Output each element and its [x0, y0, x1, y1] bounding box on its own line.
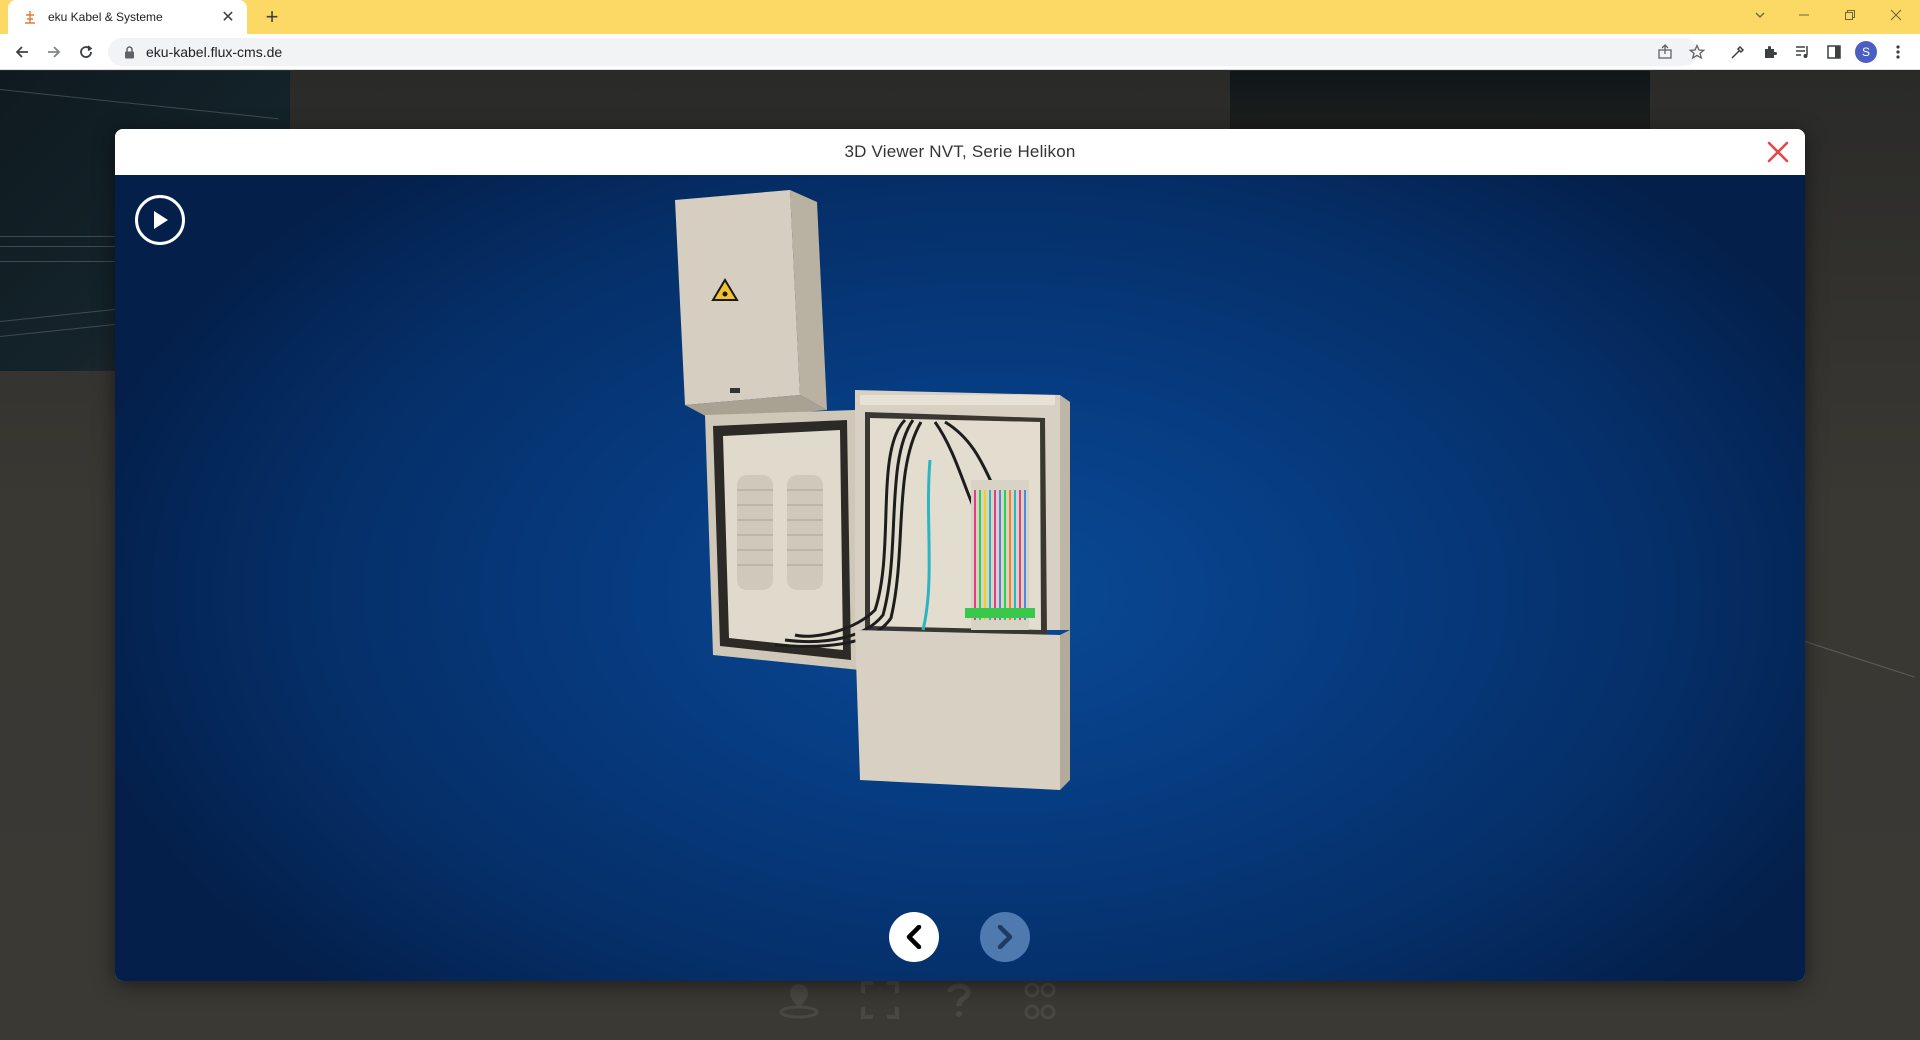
share-icon[interactable]: [1653, 40, 1677, 64]
location-pin-icon[interactable]: [777, 978, 821, 1022]
side-panel-icon[interactable]: [1822, 40, 1846, 64]
help-icon[interactable]: [937, 978, 981, 1022]
people-icon[interactable]: [1018, 978, 1062, 1022]
browser-toolbar: eku-kabel.flux-cms.de: [0, 34, 1920, 70]
url-text: eku-kabel.flux-cms.de: [146, 44, 283, 60]
play-icon[interactable]: [135, 195, 185, 245]
reload-button[interactable]: [72, 38, 100, 66]
bookmark-star-icon[interactable]: [1685, 40, 1709, 64]
lock-icon: [122, 45, 136, 59]
extensions-puzzle-icon[interactable]: [1758, 40, 1782, 64]
previous-button[interactable]: [889, 912, 939, 962]
new-tab-button[interactable]: +: [258, 4, 286, 30]
fullscreen-icon[interactable]: [858, 978, 902, 1022]
address-bar[interactable]: eku-kabel.flux-cms.de: [108, 38, 1698, 66]
tab-search-icon[interactable]: [1740, 0, 1780, 30]
eyedropper-extension-icon[interactable]: [1726, 40, 1750, 64]
modal-header: 3D Viewer NVT, Serie Helikon: [115, 129, 1805, 175]
cabinet-3d-model[interactable]: [675, 190, 1095, 790]
minimize-button[interactable]: [1784, 0, 1824, 30]
browser-tab[interactable]: eku Kabel & Systeme ✕: [8, 0, 247, 34]
next-button[interactable]: [980, 912, 1030, 962]
3d-viewer-canvas[interactable]: [115, 175, 1805, 981]
back-button[interactable]: [8, 38, 36, 66]
restore-button[interactable]: [1830, 0, 1870, 30]
modal-title: 3D Viewer NVT, Serie Helikon: [844, 142, 1076, 161]
tab-title: eku Kabel & Systeme: [48, 10, 163, 24]
chevron-right-icon: [997, 925, 1013, 949]
close-icon[interactable]: [1765, 139, 1791, 165]
tab-close-icon[interactable]: ✕: [219, 8, 237, 26]
forward-button[interactable]: [40, 38, 68, 66]
browser-menu-icon[interactable]: [1886, 40, 1910, 64]
media-control-icon[interactable]: [1790, 40, 1814, 64]
viewer-modal: 3D Viewer NVT, Serie Helikon: [115, 129, 1805, 981]
profile-avatar[interactable]: S: [1855, 41, 1877, 63]
browser-tabbar: eku Kabel & Systeme ✕ +: [0, 0, 1920, 34]
chevron-left-icon: [906, 925, 922, 949]
window-close-button[interactable]: [1876, 0, 1916, 30]
site-favicon-icon: [22, 9, 38, 25]
